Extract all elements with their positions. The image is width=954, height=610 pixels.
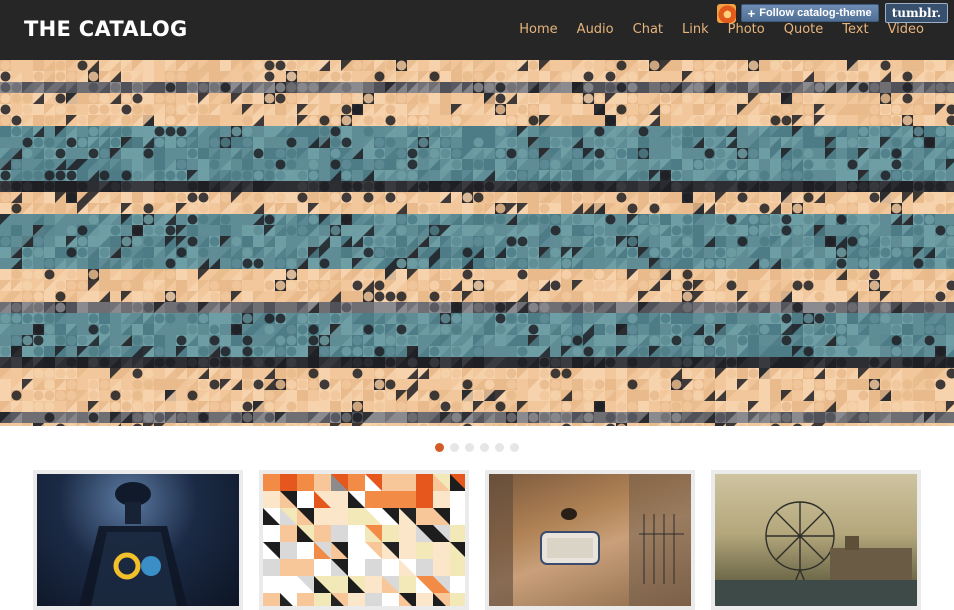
slider-dot[interactable] — [435, 443, 444, 452]
blog-avatar[interactable] — [717, 4, 736, 23]
slider-dot[interactable] — [510, 443, 519, 452]
post-grid — [33, 470, 923, 610]
follow-button[interactable]: + Follow catalog-theme — [741, 4, 879, 22]
plus-icon: + — [748, 6, 756, 21]
hero-slide-image[interactable] — [0, 60, 954, 426]
post-card[interactable] — [259, 470, 469, 610]
nav-home[interactable]: Home — [519, 22, 557, 37]
site-header: THE CATALOG + Follow catalog-theme tumbl… — [0, 0, 954, 60]
nav-audio[interactable]: Audio — [577, 22, 614, 37]
follow-label: Follow catalog-theme — [759, 7, 871, 19]
hero-mosaic — [0, 60, 954, 426]
site-title[interactable]: THE CATALOG — [24, 17, 188, 41]
wall-sign-photo — [489, 474, 691, 606]
slider-pagination — [0, 443, 954, 453]
post-card[interactable] — [33, 470, 243, 610]
nav-quote[interactable]: Quote — [784, 22, 824, 37]
lamp-photo — [37, 474, 239, 606]
mosaic-photo — [263, 474, 465, 606]
tumblr-controls: + Follow catalog-theme tumblr. — [717, 3, 948, 23]
slider-dot[interactable] — [480, 443, 489, 452]
nav-chat[interactable]: Chat — [633, 22, 663, 37]
nav-photo[interactable]: Photo — [728, 22, 765, 37]
nav-text[interactable]: Text — [842, 22, 868, 37]
nav-link[interactable]: Link — [682, 22, 709, 37]
slider-dot[interactable] — [465, 443, 474, 452]
main-nav: Home Audio Chat Link Photo Quote Text Vi… — [500, 22, 924, 37]
slider-dot[interactable] — [450, 443, 459, 452]
slider-dot[interactable] — [495, 443, 504, 452]
post-card[interactable] — [485, 470, 695, 610]
london-eye-photo — [715, 474, 917, 606]
nav-video[interactable]: Video — [888, 22, 924, 37]
post-card[interactable] — [711, 470, 921, 610]
tumblr-logo-button[interactable]: tumblr. — [885, 3, 948, 23]
